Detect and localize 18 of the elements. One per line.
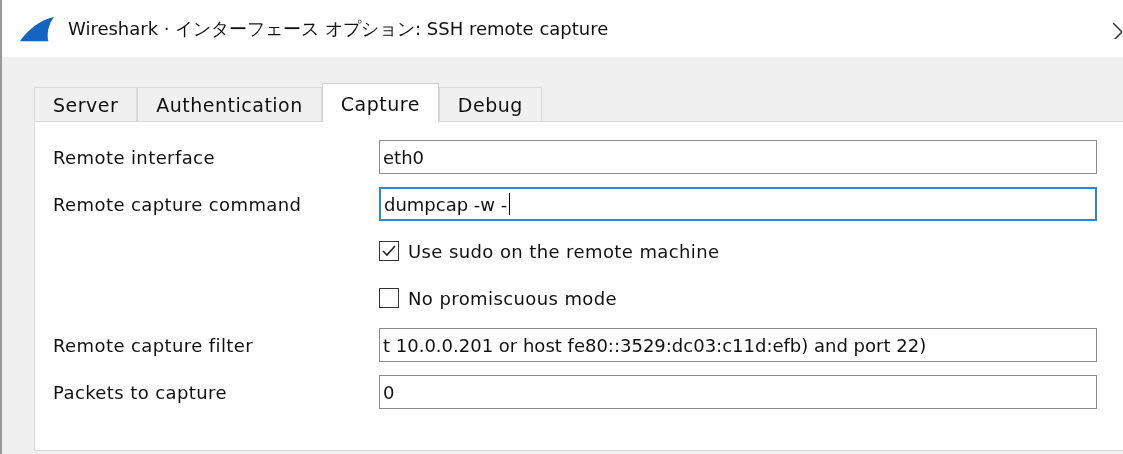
checkbox[interactable] — [379, 288, 399, 308]
field-label: Remote interface — [53, 146, 216, 168]
tab[interactable]: Debug — [438, 87, 542, 121]
input-field[interactable]: eth0 — [379, 140, 1097, 174]
field-label: Packets to capture — [53, 381, 228, 403]
tab[interactable]: Capture — [321, 83, 439, 122]
checkbox[interactable] — [379, 241, 399, 261]
input-field[interactable]: t 10.0.0.201 or host fe80::3529:dc03:c11d:efb) and port 22) — [379, 328, 1097, 362]
window-title: Wireshark · インターフェース オプション: SSH remote capture — [68, 16, 609, 41]
checkbox-label[interactable]: No promiscuous mode — [408, 287, 618, 309]
shark-fin-icon — [18, 15, 56, 42]
input-field[interactable]: dumpcap -w - — [379, 187, 1097, 221]
field-label: Remote capture command — [53, 193, 303, 215]
input-field[interactable]: 0 — [379, 375, 1097, 409]
field-label: Remote capture filter — [53, 334, 255, 356]
tab[interactable]: Authentication — [137, 87, 322, 121]
tab[interactable]: Server — [34, 87, 138, 121]
checkbox-label[interactable]: Use sudo on the remote machine — [408, 240, 720, 262]
